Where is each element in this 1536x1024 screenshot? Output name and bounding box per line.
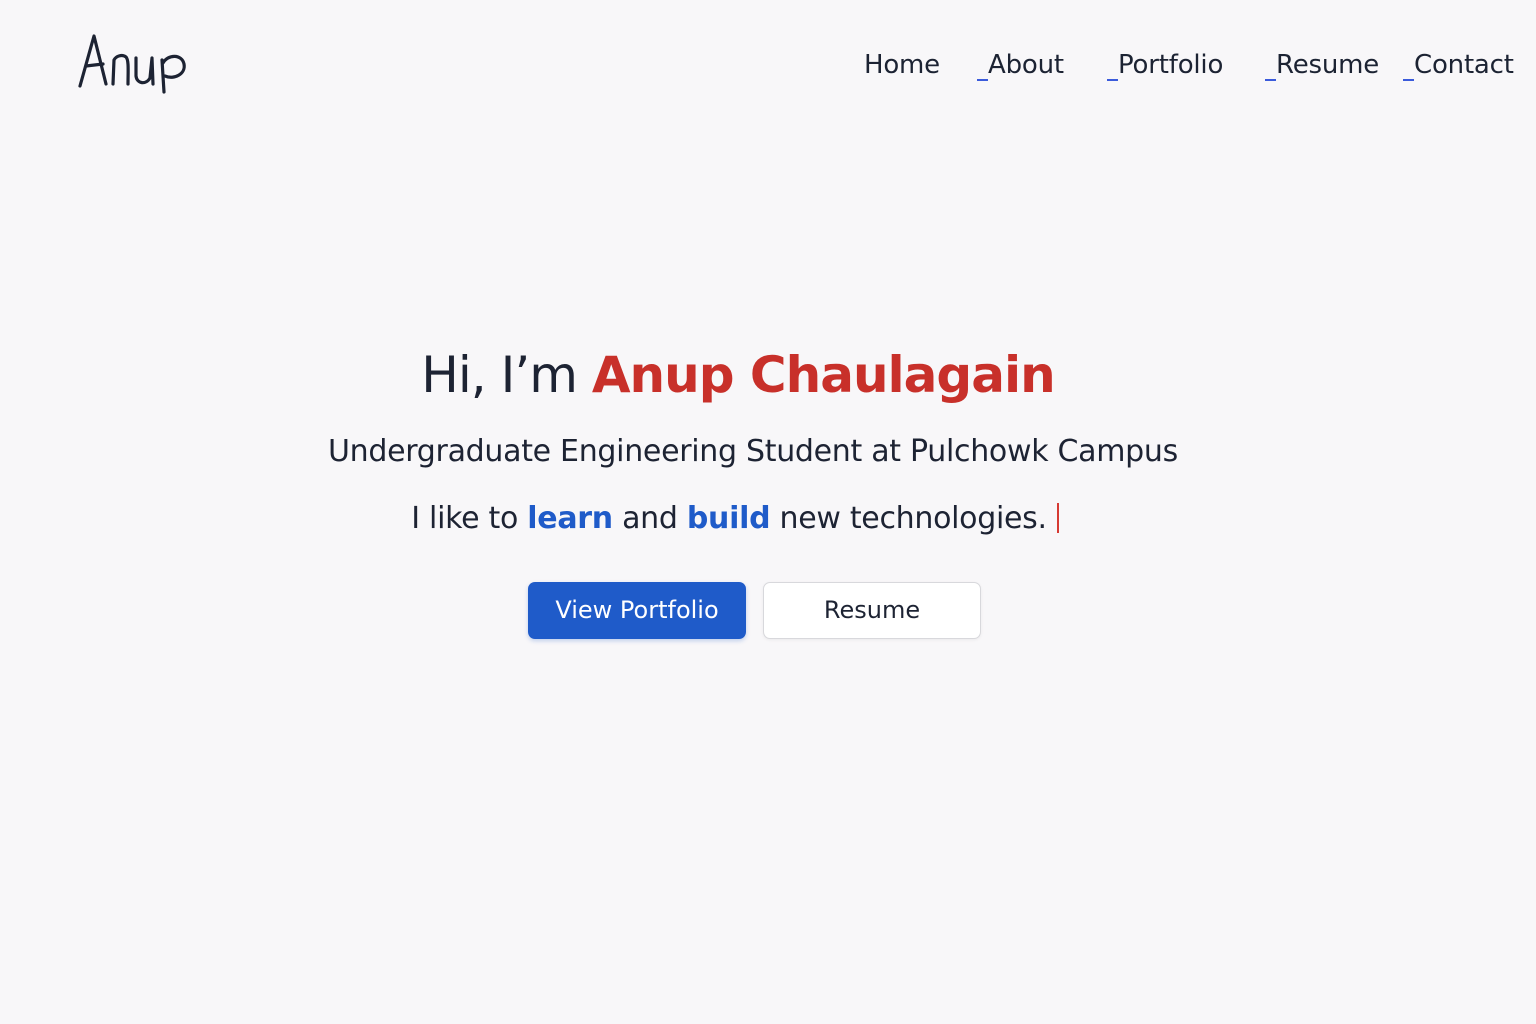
hero-greeting: Hi, I’m [421,346,578,404]
nav-item-contact-label: Contact [1414,50,1514,80]
nav-underscore-mark [1107,79,1118,81]
nav-item-about[interactable]: About [977,46,1064,84]
hero-subtitle: Undergraduate Engineering Student at Pul… [328,434,1178,469]
tagline-text: I like to [411,501,519,536]
tagline-text: and [622,501,678,536]
main-nav: Home About Portfolio Resume Contact [0,46,1536,86]
nav-underscore-mark [1403,79,1414,81]
nav-item-contact[interactable]: Contact [1403,46,1514,84]
hero-name: Anup Chaulagain [591,346,1056,404]
nav-item-resume[interactable]: Resume [1265,46,1379,84]
resume-button[interactable]: Resume [763,582,981,639]
portfolio-page: Home About Portfolio Resume Contact Hi, … [0,0,1536,1024]
view-portfolio-button[interactable]: View Portfolio [528,582,746,639]
hero-heading: Hi, I’m Anup Chaulagain [0,342,1476,408]
nav-item-home[interactable]: Home [864,46,940,84]
nav-underscore-mark [977,79,988,81]
nav-item-portfolio[interactable]: Portfolio [1107,46,1223,84]
nav-item-resume-label: Resume [1276,50,1380,80]
hero-tagline: I like to learn and build new technologi… [0,497,1470,541]
tagline-highlight-learn: learn [527,501,613,536]
tagline-highlight-build: build [686,501,771,536]
tagline-text: new technologies. [779,501,1048,536]
nav-underscore-mark [1265,79,1276,81]
nav-item-portfolio-label: Portfolio [1118,50,1224,80]
nav-item-about-label: About [988,50,1064,80]
typing-caret [1056,503,1059,533]
